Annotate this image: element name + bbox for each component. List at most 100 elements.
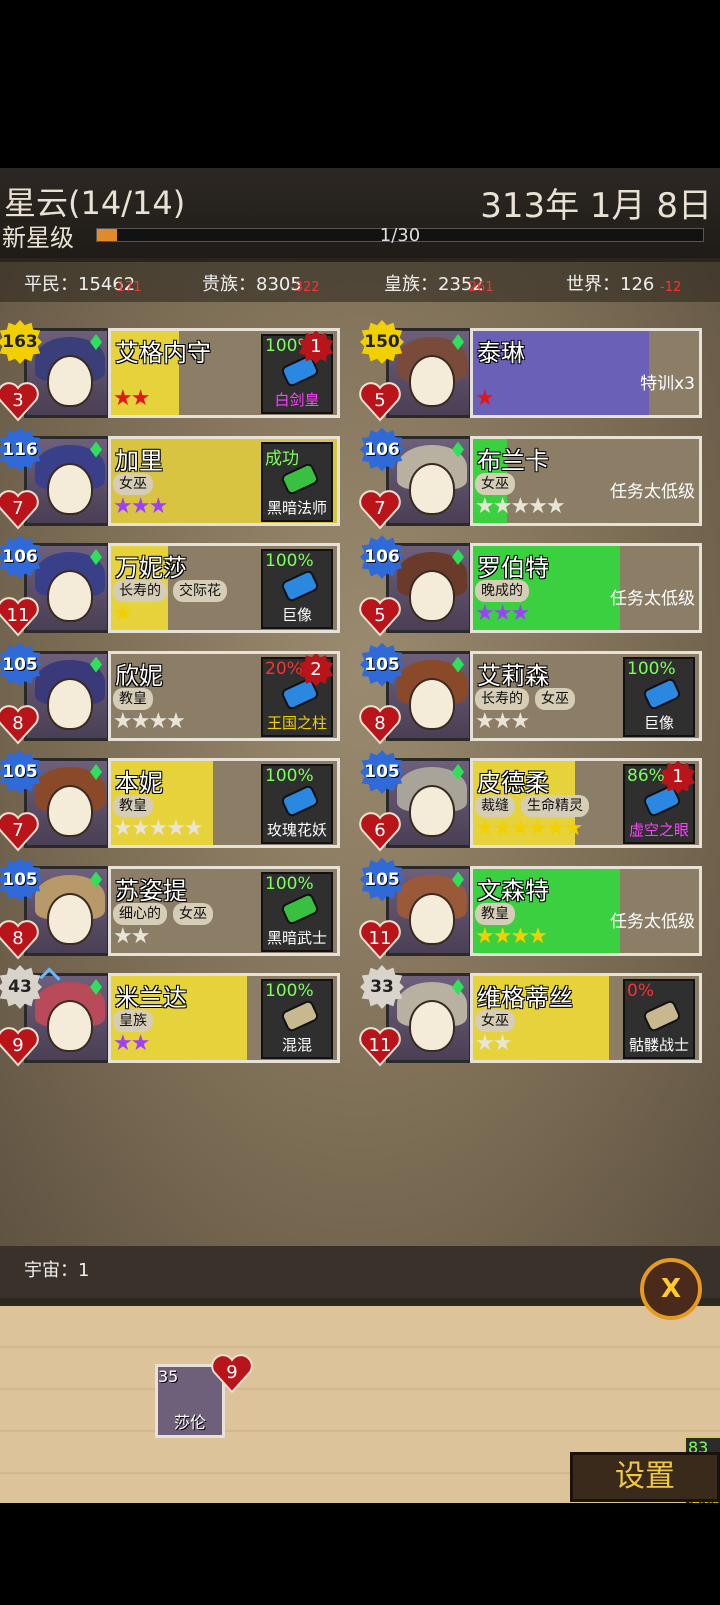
portrait-face [409,462,455,515]
character-name: 艾格内守 [115,339,211,367]
character-info: 泰琳 ★ 特训x3 [470,328,702,418]
character-info: 万妮莎 长寿的 交际花 ★ 100% 巨像 [108,543,340,633]
heart-icon: 7 [0,810,40,854]
heart-count: 11 [6,605,30,626]
character-card[interactable]: 欣妮 教皇 ★★★★ 20% 王国之柱 2 105 8 [0,642,340,744]
board-unit-hearts: 9 [226,1362,238,1383]
pop-commoners: 平民：15462 -171 [24,270,142,296]
task-progress: 100% [265,873,314,894]
task-slot[interactable]: 100% 白剑皇 1 [261,331,333,414]
heart-count: 5 [374,605,386,626]
heart-count: 7 [374,497,386,519]
board-unit-level: 35 [158,1367,179,1386]
heart-icon: 8 [358,703,402,747]
character-card[interactable]: 本妮 教皇 ★★★★★ 100% 玫瑰花妖 105 7 [0,750,340,852]
character-card[interactable]: 罗伯特 晚成的 ★★★ 任务太低级 106 5 [359,535,702,637]
heart-icon: 7 [358,488,402,532]
character-status: 任务太低级 [610,481,695,502]
task-slot[interactable]: 86% 虚空之眼 1 [623,761,695,844]
character-card[interactable]: 布兰卡 女巫 ★★★★★ 任务太低级 106 7 [359,427,702,529]
heart-count: 11 [368,1035,392,1056]
character-card[interactable]: 苏姿提 细心的 女巫 ★★ 100% 黑暗武士 105 8 [0,857,340,959]
scroll-icon [641,676,683,711]
character-card[interactable]: 皮德柔 裁缝 生命精灵 ★★★★★★ 86% 虚空之眼 1 105 6 [359,750,702,852]
scroll-icon [279,998,321,1034]
character-trait: 教皇 [113,795,153,817]
task-progress: 100% [265,766,314,786]
board-unit-name: 莎伦 [173,1413,206,1432]
task-progress: 100% [265,981,314,1001]
heart-count: 7 [12,497,24,519]
portrait-face [47,570,93,622]
rank-progress-text: 1/30 [379,225,421,246]
character-card[interactable]: 维格蒂丝 女巫 ★★ 0% 骷髅战士 33 11 [359,965,702,1067]
pop-nobles-delta: -322 [290,280,320,295]
character-status: 任务太低级 [610,589,695,609]
character-card[interactable]: 米兰达 皇族 ★★ 100% 混混 43 9 [0,965,340,1067]
task-name: 黑暗武士 [266,928,327,947]
task-slot[interactable]: 100% 混混 [261,979,333,1059]
character-trait: 晚成的 [475,580,529,602]
portrait-face [409,677,455,730]
character-stars: ★★ [113,386,150,411]
task-progress: 20% [265,658,303,679]
character-name: 维格蒂丝 [477,984,573,1012]
character-name: 艾莉森 [477,661,549,690]
character-card[interactable]: 加里 女巫 ★★★ 成功 黑暗法师 116 7 [0,427,340,529]
task-slot[interactable]: 100% 黑暗武士 [261,871,333,952]
heart-icon: 7 [0,488,40,532]
character-stars: ★★ [113,1031,150,1056]
character-card[interactable]: 万妮莎 长寿的 交际花 ★ 100% 巨像 106 11 [0,535,340,637]
top-bar: 星云(14/14) 新星级 313年 1月 8日 1/30 [0,168,720,258]
character-name: 欣妮 [115,661,163,690]
task-name: 玫瑰花妖 [266,821,327,839]
pop-commoners-delta: -171 [112,280,142,295]
character-trait: 皇族 [113,1010,153,1032]
character-trait: 交际花 [173,580,227,602]
heart-count: 8 [12,927,24,949]
character-stars: ★ [475,386,495,411]
heart-icon: 8 [0,703,40,747]
pop-nobles: 贵族：8305 -322 [202,270,320,296]
task-slot[interactable]: 0% 骷髅战士 [623,979,695,1059]
character-card[interactable]: 艾格内守 ★★ 100% 白剑皇 1 163 3 [0,320,340,422]
close-button[interactable]: X [640,1258,702,1320]
character-stars: ★★ [475,1031,512,1056]
task-slot[interactable]: 20% 王国之柱 2 [261,653,333,737]
task-slot[interactable]: 100% 巨像 [261,549,333,629]
character-trait: 教皇 [113,687,153,710]
character-name: 皮德柔 [477,769,549,797]
settings-button[interactable]: 设置 [570,1452,720,1502]
character-card[interactable]: 泰琳 ★ 特训x3 150 5 [359,320,702,422]
portrait-face [409,892,455,945]
heart-count: 7 [12,820,24,841]
character-name: 本妮 [115,769,163,797]
task-slot[interactable]: 成功 黑暗法师 [261,441,333,522]
heart-count: 9 [12,1035,24,1056]
rank-progress-bar: 1/30 [96,225,704,246]
pop-nobles-label: 贵族：8305 [202,274,302,295]
heart-count: 8 [374,712,386,734]
character-card[interactable]: 艾莉森 长寿的 女巫 ★★★ 100% 巨像 105 8 [359,642,702,744]
task-slot[interactable]: 100% 玫瑰花妖 [261,764,333,844]
portrait-face [47,892,93,945]
character-card[interactable]: 文森特 教皇 ★★★★ 任务太低级 105 11 [359,857,702,959]
character-name: 苏姿提 [115,876,187,905]
heart-icon: 9 [0,1025,40,1069]
realm-rank: 新星级 [2,224,74,252]
character-trait: 女巫 [535,687,575,710]
portrait-face [47,462,93,515]
portrait-face [47,355,93,407]
character-trait: 教皇 [475,902,515,925]
task-slot[interactable]: 100% 巨像 [623,656,695,737]
character-panel: 平民：15462 -171 贵族：8305 -322 皇族：2352 -261 … [0,258,720,1278]
scroll-icon [279,891,321,926]
character-info: 维格蒂丝 女巫 ★★ 0% 骷髅战士 [470,973,702,1063]
heart-count: 3 [12,390,24,411]
character-stars: ★★★★ [113,708,186,734]
heart-icon: 5 [358,595,402,639]
portrait-face [409,1000,455,1052]
task-name: 黑暗法师 [266,498,327,517]
character-name: 泰琳 [477,339,525,367]
board-unit-heart-icon: 9 [210,1352,254,1396]
